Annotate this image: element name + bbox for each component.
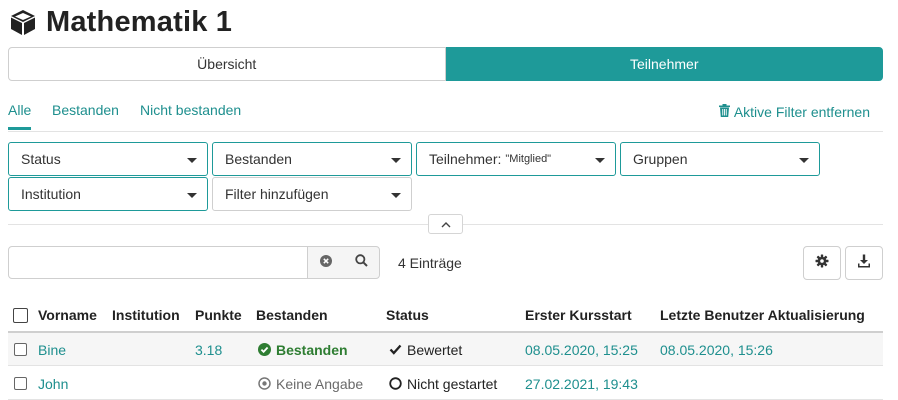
segment-teilnehmer[interactable]: Teilnehmer (445, 47, 883, 81)
caret-down-icon (391, 193, 401, 198)
filter-institution[interactable]: Institution (8, 177, 208, 211)
status-cell: Nicht gestartet (389, 367, 497, 400)
filter-gruppen-label: Gruppen (633, 151, 688, 167)
page-header: Mathematik 1 (8, 4, 232, 40)
gear-icon (815, 254, 829, 273)
search-input[interactable] (8, 246, 308, 279)
filter-institution-label: Institution (21, 186, 81, 202)
column-header-bestanden[interactable]: Bestanden (256, 300, 328, 330)
page-title: Mathematik 1 (46, 5, 233, 38)
circle-outline-icon (389, 377, 402, 390)
filter-teilnehmer-value: "Mitglied" (505, 153, 552, 165)
status-cell: Bewertet (389, 333, 462, 366)
filter-tabs: Alle Bestanden Nicht bestanden Aktive Fi… (8, 98, 883, 132)
dot-circle-icon (258, 377, 271, 390)
status-label: Nicht gestartet (407, 375, 498, 392)
table-row: John Keine Angabe Nicht gestartet 27.02.… (8, 367, 883, 400)
vorname-link[interactable]: John (38, 367, 68, 400)
tab-nicht-bestanden[interactable]: Nicht bestanden (140, 102, 241, 127)
settings-button[interactable] (803, 246, 841, 280)
search-actions (307, 246, 380, 279)
download-button[interactable] (845, 246, 883, 280)
trash-icon (718, 104, 734, 120)
clear-search-icon[interactable] (319, 254, 332, 272)
bestanden-cell: Bestanden (258, 333, 348, 366)
select-all-checkbox[interactable] (13, 300, 28, 330)
row-checkbox[interactable] (14, 367, 27, 400)
chevron-up-icon (441, 215, 451, 233)
column-header-letzte-aktualisierung[interactable]: Letzte Benutzer Aktualisierung (660, 300, 865, 330)
caret-down-icon (595, 158, 605, 163)
check-icon (389, 344, 402, 355)
filter-status[interactable]: Status (8, 142, 208, 176)
filter-bestanden-label: Bestanden (225, 151, 292, 167)
collapse-filters-button[interactable] (428, 214, 463, 234)
cube-icon (8, 7, 38, 37)
check-circle-icon (258, 343, 271, 356)
remove-filters-label: Aktive Filter entfernen (733, 104, 870, 120)
row-checkbox[interactable] (14, 333, 27, 366)
caret-down-icon (799, 158, 809, 163)
remove-filters-link[interactable]: Aktive Filter entfernen (718, 104, 870, 120)
punkte-cell: 3.18 (195, 341, 223, 358)
status-label: Bewertet (407, 341, 463, 358)
column-header-institution[interactable]: Institution (112, 300, 180, 330)
bestanden-label: Bestanden (276, 341, 348, 358)
bestanden-cell: Keine Angabe (258, 367, 363, 400)
view-switcher: Übersicht Teilnehmer (8, 47, 883, 81)
tab-bestanden[interactable]: Bestanden (52, 102, 119, 127)
column-header-status[interactable]: Status (386, 300, 429, 330)
column-header-vorname[interactable]: Vorname (38, 300, 97, 330)
add-filter-dropdown[interactable]: Filter hinzufügen (212, 177, 412, 211)
entries-count: 4 Einträge (398, 255, 462, 271)
erster-kursstart-cell: 27.02.2021, 19:43 (525, 375, 638, 392)
caret-down-icon (187, 158, 197, 163)
segment-uebersicht[interactable]: Übersicht (8, 47, 446, 81)
download-icon (857, 254, 871, 273)
erster-kursstart-cell: 08.05.2020, 15:25 (525, 341, 638, 358)
filter-bestanden[interactable]: Bestanden (212, 142, 412, 176)
filter-teilnehmer[interactable]: Teilnehmer: "Mitglied" (416, 142, 616, 176)
filter-gruppen[interactable]: Gruppen (620, 142, 820, 176)
tab-alle[interactable]: Alle (8, 102, 32, 130)
add-filter-label: Filter hinzufügen (225, 186, 329, 202)
search-icon[interactable] (354, 253, 368, 272)
caret-down-icon (391, 158, 401, 163)
vorname-link[interactable]: Bine (38, 333, 66, 366)
column-header-erster-kursstart[interactable]: Erster Kursstart (525, 300, 632, 330)
bestanden-label: Keine Angabe (276, 375, 364, 392)
filter-teilnehmer-label: Teilnehmer: (429, 151, 502, 167)
caret-down-icon (187, 193, 197, 198)
column-header-punkte[interactable]: Punkte (195, 300, 242, 330)
filter-status-label: Status (21, 151, 61, 167)
letzte-aktualisierung-cell: 08.05.2020, 15:26 (660, 341, 773, 358)
table-row: Bine 3.18 Bestanden Bewertet 08.05.2020,… (8, 333, 883, 366)
